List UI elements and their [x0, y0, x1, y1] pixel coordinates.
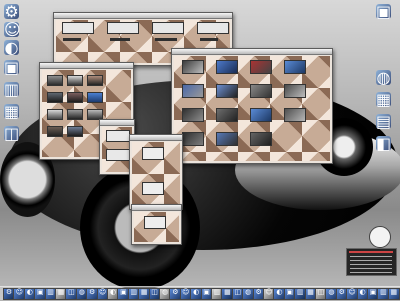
pattern-thumb-13[interactable] — [182, 132, 204, 146]
calendar-widget — [346, 248, 397, 276]
pattern-thumb-8[interactable] — [284, 84, 306, 98]
item-label — [155, 38, 177, 41]
folder-icon: ▣ — [4, 58, 20, 77]
thumbnail-2[interactable] — [107, 22, 139, 34]
pattern-thumb-12[interactable] — [284, 108, 306, 122]
clock-widget — [369, 226, 391, 248]
window-content — [102, 127, 132, 172]
thumbnail-2[interactable] — [142, 182, 164, 195]
thumbnail-1[interactable] — [47, 75, 63, 86]
window-content — [132, 142, 180, 207]
window-titlebar[interactable] — [54, 13, 232, 19]
window-small[interactable] — [131, 204, 182, 245]
window-titlebar[interactable] — [172, 49, 332, 55]
person-icon: ☺ — [4, 20, 21, 39]
pattern-thumb-7[interactable] — [250, 84, 272, 98]
thumbnail-7[interactable] — [47, 109, 63, 120]
left-dock-icon-3[interactable]: ◐ — [4, 38, 19, 57]
pattern-thumb-4[interactable] — [284, 60, 306, 74]
item-label — [63, 38, 81, 41]
apple-icon: ◐ — [4, 38, 19, 57]
pattern-thumb-3[interactable] — [250, 60, 272, 74]
window-icon: ▣ — [376, 2, 392, 21]
thumbnail-1[interactable] — [62, 22, 94, 34]
folder-icon: ▤ — [376, 112, 392, 131]
window-icon: ▥ — [4, 80, 20, 99]
window-content — [174, 56, 330, 161]
right-dock-icon-1[interactable]: ▣ — [376, 2, 392, 21]
globe-icon: ◍ — [376, 68, 391, 87]
grid-icon: ▦ — [4, 102, 20, 121]
thumbnail-1[interactable] — [142, 147, 164, 160]
box-icon: ◫ — [4, 124, 20, 143]
item-label — [200, 38, 218, 41]
pattern-thumb-9[interactable] — [182, 108, 204, 122]
thumbnail-2[interactable] — [67, 75, 83, 86]
window-center[interactable] — [129, 134, 183, 210]
window-titlebar[interactable] — [130, 135, 182, 141]
left-dock-icon-5[interactable]: ▥ — [4, 80, 20, 99]
pattern-thumb-6[interactable] — [216, 84, 238, 98]
pattern-thumb-10[interactable] — [216, 108, 238, 122]
pattern-thumb-11[interactable] — [250, 108, 272, 122]
thumbnail-11[interactable] — [67, 126, 83, 137]
thumbnail-4[interactable] — [47, 92, 63, 103]
pattern-thumb-1[interactable] — [182, 60, 204, 74]
right-dock-icon-5[interactable]: ◧ — [376, 134, 392, 153]
thumbnail-4[interactable] — [197, 22, 229, 34]
grid-icon: ▦ — [390, 288, 398, 296]
thumbnail-5[interactable] — [67, 92, 83, 103]
thumbnail-3[interactable] — [87, 75, 103, 86]
thumbnail-2[interactable] — [106, 149, 130, 161]
thumbnail-1[interactable] — [106, 130, 130, 142]
window-content — [134, 212, 179, 242]
pattern-thumb-14[interactable] — [216, 132, 238, 146]
box-icon: ◧ — [376, 134, 392, 153]
item-label — [110, 38, 130, 41]
thumbnail-3[interactable] — [152, 22, 184, 34]
window-titlebar[interactable] — [132, 205, 181, 211]
gear-icon: ⚙ — [4, 2, 19, 21]
window-titlebar[interactable] — [40, 63, 133, 69]
pattern-thumb-15[interactable] — [250, 132, 272, 146]
left-dock-icon-1[interactable]: ⚙ — [4, 2, 19, 21]
left-dock-icon-6[interactable]: ▦ — [4, 102, 20, 121]
thumbnail-6[interactable] — [87, 92, 103, 103]
window-titlebar[interactable] — [100, 120, 134, 126]
left-dock-icon-7[interactable]: ◫ — [4, 124, 20, 143]
right-dock-icon-2[interactable]: ◍ — [376, 68, 391, 87]
thumbnail-10[interactable] — [47, 126, 63, 137]
grid-icon: ▦ — [376, 90, 392, 109]
right-dock-icon-4[interactable]: ▤ — [376, 112, 392, 131]
desktop: ⚙ ☺ ◐ ▣ ▥ ▦ ◫ ▣ ◍ ▦ ▤ ◧ ⚙ ☺ ◐ ▣ ▥ ▦ ◫ ◍ … — [0, 0, 400, 301]
right-dock-icon-3[interactable]: ▦ — [376, 90, 392, 109]
thumbnail-1[interactable] — [144, 216, 166, 229]
pattern-thumb-2[interactable] — [216, 60, 238, 74]
thumbnail-8[interactable] — [67, 109, 83, 120]
left-dock-icon-4[interactable]: ▣ — [4, 58, 20, 77]
window-right[interactable] — [171, 48, 333, 164]
left-dock-icon-2[interactable]: ☺ — [4, 20, 21, 39]
dock-item[interactable]: ▦ — [387, 288, 400, 300]
pattern-thumb-5[interactable] — [182, 84, 204, 98]
